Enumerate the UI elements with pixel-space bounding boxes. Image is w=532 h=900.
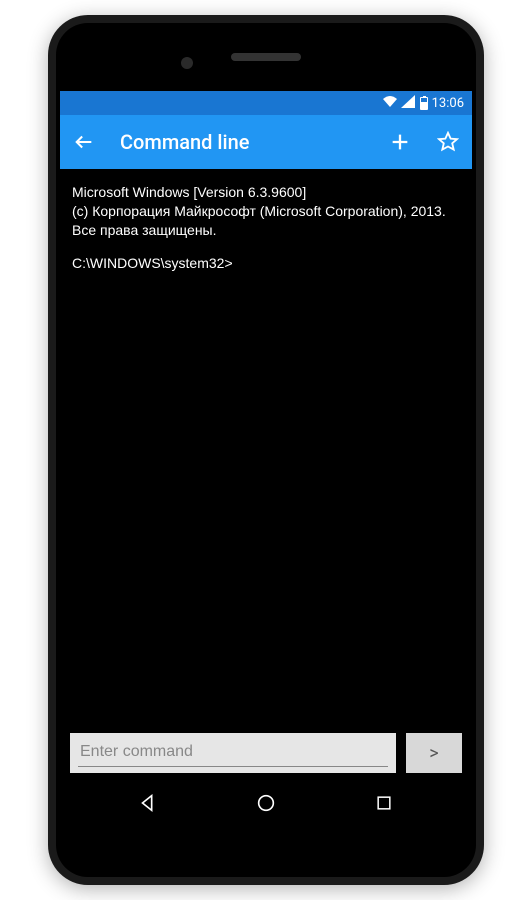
screen: 13:06 Command line Microsoft Windows [Ve…: [60, 91, 472, 827]
nav-home-button[interactable]: [236, 788, 296, 818]
status-bar: 13:06: [60, 91, 472, 115]
status-icons: [382, 95, 428, 112]
phone-camera: [181, 57, 193, 69]
battery-icon: [420, 97, 428, 110]
signal-icon: [401, 95, 415, 112]
terminal-line: (c) Корпорация Майкрософт (Microsoft Cor…: [72, 202, 460, 240]
command-input-wrap: [70, 733, 396, 773]
nav-recent-button[interactable]: [354, 788, 414, 818]
phone-inner: 13:06 Command line Microsoft Windows [Ve…: [56, 23, 476, 877]
terminal-prompt: C:\WINDOWS\system32>: [72, 254, 460, 273]
wifi-icon: [382, 95, 398, 112]
favorite-button[interactable]: [436, 130, 460, 154]
back-button[interactable]: [72, 130, 96, 154]
phone-bezel-top: [56, 23, 476, 91]
command-input-row: >: [60, 727, 472, 779]
app-bar: Command line: [60, 115, 472, 169]
status-time: 13:06: [432, 96, 464, 111]
terminal-output[interactable]: Microsoft Windows [Version 6.3.9600] (c)…: [60, 169, 472, 727]
nav-back-button[interactable]: [118, 788, 178, 818]
phone-frame: 13:06 Command line Microsoft Windows [Ve…: [48, 15, 484, 885]
command-input[interactable]: [80, 743, 386, 761]
phone-bezel-bottom: [56, 827, 476, 877]
add-button[interactable]: [388, 130, 412, 154]
phone-speaker: [231, 53, 301, 61]
terminal-line: Microsoft Windows [Version 6.3.9600]: [72, 183, 460, 202]
app-title: Command line: [120, 130, 364, 154]
send-button[interactable]: >: [406, 733, 462, 773]
navigation-bar: [60, 779, 472, 827]
